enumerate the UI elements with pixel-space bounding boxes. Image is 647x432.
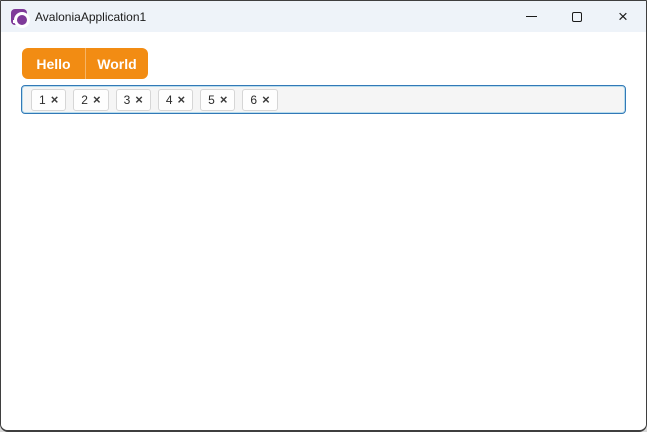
chip-remove-icon[interactable]: × bbox=[262, 93, 270, 106]
chip-value: 3 bbox=[123, 92, 131, 107]
chip-remove-icon[interactable]: × bbox=[135, 93, 143, 106]
chip-remove-icon[interactable]: × bbox=[51, 93, 59, 106]
tab-world[interactable]: World bbox=[85, 48, 148, 79]
tab-hello[interactable]: Hello bbox=[22, 48, 85, 79]
chip-item: 3 × bbox=[115, 88, 151, 111]
window-title: AvaloniaApplication1 bbox=[35, 9, 147, 24]
chip-value: 2 bbox=[81, 92, 88, 107]
app-window: AvaloniaApplication1 × Hello World 1 × 2… bbox=[0, 0, 647, 432]
window-content: Hello World 1 × 2 × 3 × 4 × 5 × 6 × bbox=[1, 32, 646, 430]
chip-item: 5 × bbox=[200, 88, 236, 111]
maximize-icon bbox=[572, 11, 582, 22]
close-icon: × bbox=[618, 7, 628, 26]
avalonia-logo-icon[interactable] bbox=[11, 8, 30, 28]
tab-world-label: World bbox=[97, 55, 137, 72]
chip-value: 1 bbox=[39, 92, 46, 107]
chip-value: 4 bbox=[165, 92, 173, 107]
chip-item: 4 × bbox=[157, 88, 194, 111]
tab-hello-label: Hello bbox=[36, 55, 71, 72]
close-button[interactable]: × bbox=[600, 1, 646, 32]
title-bar[interactable]: AvaloniaApplication1 × bbox=[1, 1, 646, 32]
chip-remove-icon[interactable]: × bbox=[178, 93, 186, 106]
chip-remove-icon[interactable]: × bbox=[220, 93, 228, 106]
chip-value: 6 bbox=[250, 92, 258, 107]
chip-item: 6 × bbox=[242, 88, 278, 111]
minimize-button[interactable] bbox=[508, 1, 554, 32]
tab-strip: Hello World bbox=[22, 48, 148, 79]
chip-item: 1 × bbox=[31, 88, 67, 111]
maximize-button[interactable] bbox=[554, 1, 600, 32]
minimize-icon bbox=[525, 16, 537, 17]
chip-item: 2 × bbox=[73, 88, 109, 111]
chip-input-box[interactable]: 1 × 2 × 3 × 4 × 5 × 6 × bbox=[21, 85, 626, 114]
chip-value: 5 bbox=[208, 92, 215, 107]
chip-remove-icon[interactable]: × bbox=[93, 93, 101, 106]
